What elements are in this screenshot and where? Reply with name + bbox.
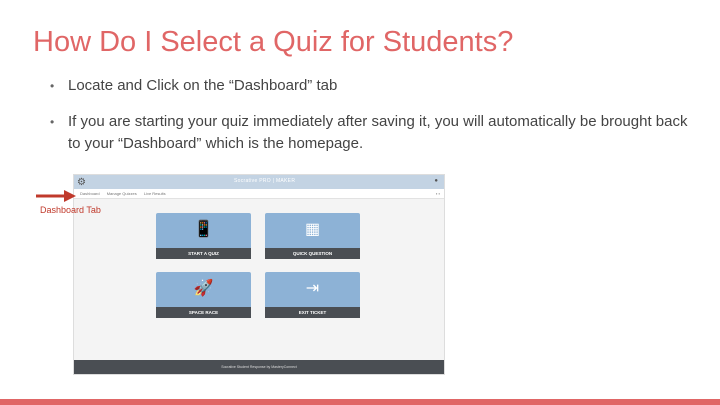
user-icon: ● bbox=[434, 178, 438, 184]
dashboard-screenshot: ⚙ Socrative PRO | MAKER ● Dashboard Mana… bbox=[73, 174, 445, 375]
chart-icon: ▦ bbox=[304, 221, 321, 238]
bullet-text: If you are starting your quiz immediatel… bbox=[68, 113, 688, 152]
bullet-list: • Locate and Click on the “Dashboard” ta… bbox=[50, 75, 690, 169]
rocket-icon: 🚀 bbox=[193, 280, 214, 297]
tile-label: SPACE RACE bbox=[156, 307, 251, 318]
tile-exit-ticket[interactable]: ⇥ EXIT TICKET bbox=[265, 272, 360, 318]
tile-space-race[interactable]: 🚀 SPACE RACE bbox=[156, 272, 251, 318]
slide-title: How Do I Select a Quiz for Students? bbox=[33, 26, 514, 58]
screenshot-header: ⚙ Socrative PRO | MAKER ● bbox=[74, 175, 444, 189]
tile-label: EXIT TICKET bbox=[265, 307, 360, 318]
screenshot-brand: Socrative PRO | MAKER bbox=[234, 178, 296, 184]
nav-right-icons: ▪ ▪ bbox=[436, 191, 440, 196]
tile-label: START A QUIZ bbox=[156, 248, 251, 259]
nav-live-results[interactable]: Live Results bbox=[144, 191, 166, 196]
tile-start-quiz[interactable]: 📱 START A QUIZ bbox=[156, 213, 251, 259]
arrow-icon bbox=[36, 190, 76, 202]
nav-dashboard[interactable]: Dashboard bbox=[80, 191, 100, 196]
bullet-dot: • bbox=[50, 79, 55, 93]
gear-logo-icon: ⚙ bbox=[77, 177, 86, 188]
bullet-item: • If you are starting your quiz immediat… bbox=[50, 111, 690, 155]
screenshot-nav: Dashboard Manage Quizzes Live Results ▪ … bbox=[74, 189, 444, 199]
tile-label: QUICK QUESTION bbox=[265, 248, 360, 259]
screenshot-footer: Socrative Student Response by MasteryCon… bbox=[74, 360, 444, 374]
bullet-text: Locate and Click on the “Dashboard” tab bbox=[68, 77, 338, 94]
nav-manage-quizzes[interactable]: Manage Quizzes bbox=[107, 191, 137, 196]
tile-quick-question[interactable]: ▦ QUICK QUESTION bbox=[265, 213, 360, 259]
bullet-item: • Locate and Click on the “Dashboard” ta… bbox=[50, 75, 690, 97]
phone-signal-icon: 📱 bbox=[193, 221, 214, 238]
bullet-dot: • bbox=[50, 115, 55, 129]
dashboard-tab-callout: Dashboard Tab bbox=[40, 205, 101, 215]
door-icon: ⇥ bbox=[305, 280, 320, 297]
footer-accent-bar bbox=[0, 399, 720, 405]
